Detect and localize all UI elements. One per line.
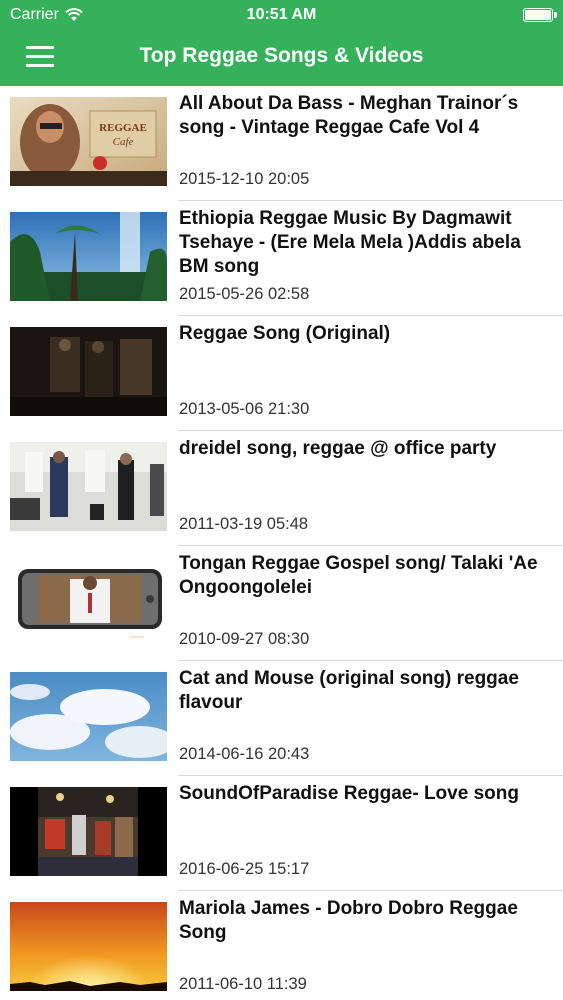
list-item[interactable]: Ethiopia Reggae Music By Dagmawit Tsehay… (0, 201, 563, 316)
list-item[interactable]: Cat and Mouse (original song) reggae fla… (0, 661, 563, 776)
video-thumbnail: ~~~~ (10, 557, 167, 646)
list-item[interactable]: REGGAE Cafe All About Da Bass - Meghan T… (0, 86, 563, 201)
video-title: SoundOfParadise Reggae- Love song (179, 783, 519, 804)
nav-bar: Top Reggae Songs & Videos (0, 30, 563, 86)
video-thumbnail (10, 327, 167, 416)
video-date: 2013-05-06 21:30 (179, 400, 310, 418)
video-date: 2011-06-10 11:39 (179, 975, 307, 993)
svg-text:REGGAE: REGGAE (99, 122, 147, 134)
video-thumbnail (10, 212, 167, 301)
video-title: Ethiopia Reggae Music By Dagmawit Tsehay… (179, 208, 521, 277)
video-thumbnail (10, 672, 167, 761)
status-bar: Carrier 10:51 AM (0, 0, 563, 30)
video-date: 2015-05-26 02:58 (179, 285, 310, 303)
svg-text:~~~~: ~~~~ (130, 635, 145, 641)
battery-icon (523, 8, 557, 22)
page-title: Top Reggae Songs & Videos (139, 44, 424, 67)
video-date: 2015-12-10 20:05 (179, 170, 310, 188)
video-thumbnail: REGGAE Cafe (10, 97, 167, 186)
video-date: 2014-06-16 20:43 (179, 745, 310, 763)
list-item[interactable]: SoundOfParadise Reggae- Love song 2016-0… (0, 776, 563, 891)
video-title: Mariola James - Dobro Dobro Reggae Song (179, 898, 518, 943)
list-item[interactable]: Mariola James - Dobro Dobro Reggae Song … (0, 891, 563, 1000)
video-date: 2011-03-19 05:48 (179, 515, 309, 533)
video-date: 2010-09-27 08:30 (179, 630, 310, 648)
video-thumbnail (10, 787, 167, 876)
video-date: 2016-06-25 15:17 (179, 860, 310, 878)
video-thumbnail (10, 442, 167, 531)
status-time: 10:51 AM (246, 6, 317, 23)
video-title: All About Da Bass - Meghan Trainor´s son… (179, 93, 519, 138)
video-thumbnail (10, 902, 167, 991)
video-title: Tongan Reggae Gospel song/ Talaki 'Ae On… (179, 553, 538, 598)
list-item[interactable]: Reggae Song (Original) 2013-05-06 21:30 (0, 316, 563, 431)
video-list: REGGAE Cafe All About Da Bass - Meghan T… (0, 86, 563, 1000)
svg-text:Cafe: Cafe (113, 136, 134, 148)
video-title: dreidel song, reggae @ office party (179, 438, 497, 459)
video-title: Cat and Mouse (original song) reggae fla… (179, 668, 519, 713)
list-item[interactable]: ~~~~ Tongan Reggae Gospel song/ Talaki '… (0, 546, 563, 661)
video-title: Reggae Song (Original) (179, 323, 391, 344)
list-item[interactable]: dreidel song, reggae @ office party 2011… (0, 431, 563, 546)
